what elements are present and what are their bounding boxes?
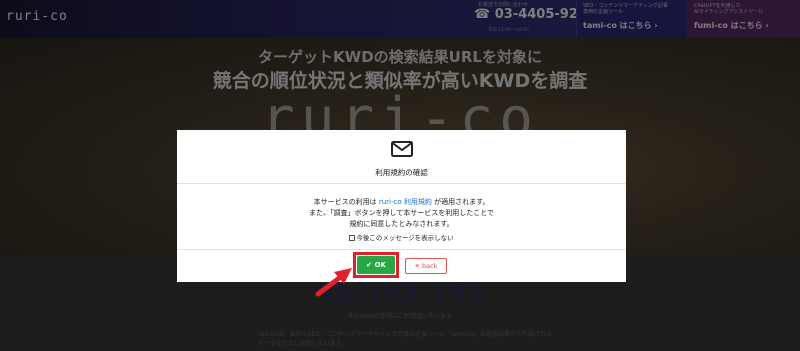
modal-body-line-2: また、「調査」ボタンを押して本サービスを利用したことで [308, 209, 495, 217]
dont-show-again-checkbox[interactable] [349, 235, 356, 241]
back-button-label: back [422, 262, 438, 270]
modal-divider [177, 183, 626, 184]
modal-line1-suffix: が適用されます。 [431, 198, 490, 206]
check-icon: ✔ [366, 261, 373, 269]
terms-modal: 利用規約の確認 本サービスの利用は ruri-co 利用規約 が適用されます。 … [177, 130, 626, 282]
close-icon: ✕ [414, 262, 420, 270]
modal-footer-divider [177, 249, 626, 250]
modal-line1-prefix: 本サービスの利用は [313, 198, 379, 206]
ok-button[interactable]: ✔ OK [357, 256, 395, 274]
terms-link[interactable]: ruri-co 利用規約 [379, 198, 432, 206]
envelope-icon [391, 141, 413, 157]
modal-title: 利用規約の確認 [375, 168, 428, 177]
modal-body-line-1: 本サービスの利用は ruri-co 利用規約 が適用されます。 [177, 197, 626, 207]
dont-show-again-label[interactable]: 今後このメッセージを表示しない [356, 234, 453, 242]
modal-body-line-3: 規約に同意したとみなされます。 [349, 220, 454, 228]
pointer-arrow-icon [315, 268, 352, 297]
dont-show-again-row[interactable]: 今後このメッセージを表示しない [177, 232, 626, 242]
back-button[interactable]: ✕ back [405, 258, 447, 274]
ok-button-label: OK [374, 261, 386, 269]
